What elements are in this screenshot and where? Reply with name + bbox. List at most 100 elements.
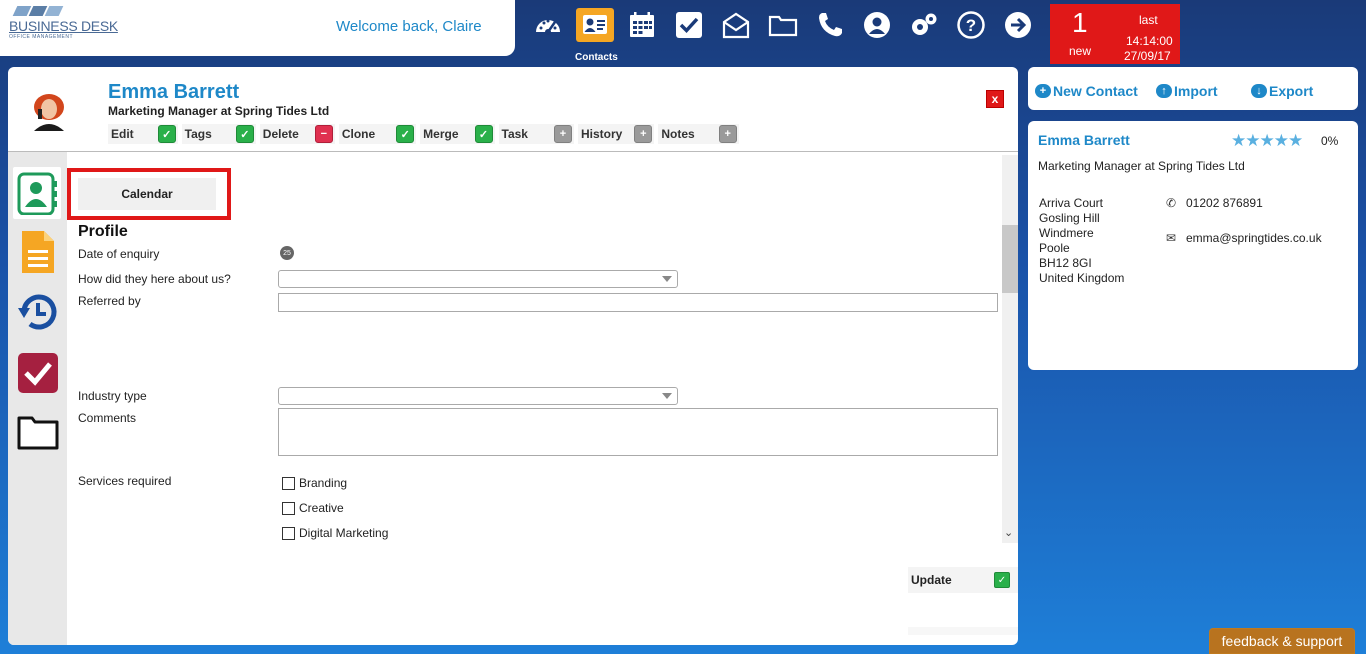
check-icon: ✓ (396, 125, 415, 143)
phone-icon: ✆ (1166, 196, 1177, 210)
export-label: Export (1269, 83, 1314, 99)
plus-icon: + (718, 125, 737, 143)
notification-count-label: new (1069, 44, 1092, 58)
address-line: Windmere (1039, 226, 1094, 240)
history-button[interactable]: History + (577, 124, 655, 144)
phone-number: 01202 876891 (1186, 196, 1263, 210)
minus-icon: − (314, 125, 333, 143)
address-line: Gosling Hill (1039, 211, 1100, 225)
settings-icon[interactable] (907, 8, 941, 42)
check-icon: ✓ (157, 125, 176, 143)
service-checkbox-creative[interactable]: Creative (282, 501, 344, 515)
calendar-button[interactable]: Calendar (78, 178, 216, 210)
notes-button[interactable]: Notes + (658, 124, 739, 144)
import-button[interactable]: ↑ Import (1156, 83, 1218, 99)
logo-icon (12, 6, 119, 16)
checkbox-box[interactable] (282, 501, 295, 515)
referred-by-label: Referred by (78, 294, 141, 308)
task-button[interactable]: Task + (498, 124, 574, 144)
header-divider (8, 151, 1018, 152)
task-check-icon[interactable] (16, 351, 60, 395)
summary-name[interactable]: Emma Barrett (1038, 132, 1130, 148)
merge-button[interactable]: Merge ✓ (420, 124, 495, 144)
update-label: Update (911, 573, 952, 587)
new-contact-label: New Contact (1053, 83, 1138, 99)
logo-sub: OFFICE MANAGEMENT (9, 34, 74, 40)
address-line: Arriva Court (1039, 196, 1104, 210)
tasks-icon[interactable] (672, 8, 706, 42)
action-label: Delete (262, 127, 299, 141)
plus-circle-icon: + (1035, 84, 1051, 98)
folder-icon[interactable] (766, 8, 800, 42)
industry-type-label: Industry type (78, 389, 147, 403)
calendar-icon[interactable] (625, 8, 659, 42)
import-label: Import (1174, 83, 1218, 99)
clone-button[interactable]: Clone ✓ (338, 124, 417, 144)
cloud-download-icon: ↓ (1251, 84, 1267, 98)
action-toolbar: Edit ✓ Tags ✓ Delete − Clone ✓ Merge ✓ Task + … (108, 124, 743, 144)
edit-button[interactable]: Edit ✓ (108, 124, 178, 144)
active-nav-label: Contacts (575, 52, 618, 63)
rating-percent: 0% (1321, 134, 1339, 148)
welcome-message: Welcome back, Claire (336, 18, 482, 35)
feedback-button[interactable]: feedback & support (1209, 628, 1355, 654)
dashboard-icon[interactable] (531, 8, 565, 42)
contacts-icon[interactable] (576, 8, 614, 42)
delete-button[interactable]: Delete − (259, 124, 335, 144)
action-label: Tags (184, 127, 212, 141)
checkbox-box[interactable] (282, 526, 295, 540)
user-icon[interactable] (860, 8, 894, 42)
update-button[interactable]: Update ✓ (908, 567, 1018, 593)
notification-box[interactable]: 1 new last 14:14:00 27/09/17 (1050, 4, 1180, 64)
contact-name: Emma Barrett (108, 81, 240, 103)
form-scrollbar[interactable] (1002, 155, 1018, 543)
notification-date: 27/09/17 (1124, 49, 1171, 63)
cloud-upload-icon: ↑ (1156, 84, 1172, 98)
action-label: Notes (661, 127, 695, 141)
date-of-enquiry-label: Date of enquiry (78, 247, 160, 261)
industry-type-select[interactable] (278, 387, 678, 405)
section-title: Profile (78, 223, 128, 240)
folder-icon[interactable] (16, 410, 60, 454)
checkbox-label: Creative (299, 501, 344, 515)
contact-card-icon[interactable] (13, 167, 61, 219)
address-line: BH12 8GI (1039, 256, 1092, 270)
action-label: Task (501, 127, 528, 141)
phone-icon[interactable] (813, 8, 847, 42)
close-button[interactable]: x (986, 90, 1004, 108)
email-address: emma@springtides.co.uk (1186, 231, 1322, 245)
checkbox-box[interactable] (282, 476, 295, 490)
scrollbar-thumb[interactable] (1002, 225, 1018, 293)
tags-button[interactable]: Tags ✓ (181, 124, 256, 144)
phone-row[interactable]: ✆ 01202 876891 (1166, 196, 1263, 210)
scroll-down-icon[interactable]: ⌄ (1004, 526, 1013, 539)
email-row[interactable]: ✉ emma@springtides.co.uk (1166, 231, 1322, 245)
summary-role: Marketing Manager at Spring Tides Ltd (1038, 159, 1245, 173)
mail-icon[interactable] (719, 8, 753, 42)
star-rating-icon[interactable]: ★★★★★ (1231, 131, 1303, 151)
side-tabs (8, 152, 67, 645)
check-icon: ✓ (994, 572, 1010, 588)
date-picker-icon[interactable]: 25 (280, 246, 294, 260)
how-heard-label: How did they here about us? (78, 272, 231, 286)
referred-by-input[interactable] (278, 293, 998, 312)
service-checkbox-digital-marketing[interactable]: Digital Marketing (282, 526, 388, 540)
address-line: United Kingdom (1039, 271, 1125, 285)
history-icon[interactable] (16, 290, 60, 334)
logo-area: BUSINESS DESK OFFICE MANAGEMENT Welcome … (0, 0, 515, 56)
help-icon[interactable]: ? (954, 8, 988, 42)
comments-textarea[interactable] (278, 408, 998, 456)
calendar-highlight: Calendar (67, 168, 231, 220)
service-checkbox-branding[interactable]: Branding (282, 476, 347, 490)
export-button[interactable]: ↓ Export (1251, 83, 1313, 99)
new-contact-button[interactable]: + New Contact (1035, 83, 1138, 99)
checkbox-label: Branding (299, 476, 348, 490)
notification-last-label: last (1139, 13, 1158, 27)
logout-icon[interactable] (1001, 8, 1035, 42)
avatar (24, 89, 74, 131)
how-heard-select[interactable] (278, 270, 678, 288)
business-desk-logo[interactable]: BUSINESS DESK OFFICE MANAGEMENT (9, 6, 119, 48)
contact-detail-panel: Emma Barrett Marketing Manager at Spring… (8, 67, 1018, 645)
comments-label: Comments (78, 411, 137, 425)
document-icon[interactable] (16, 229, 60, 273)
